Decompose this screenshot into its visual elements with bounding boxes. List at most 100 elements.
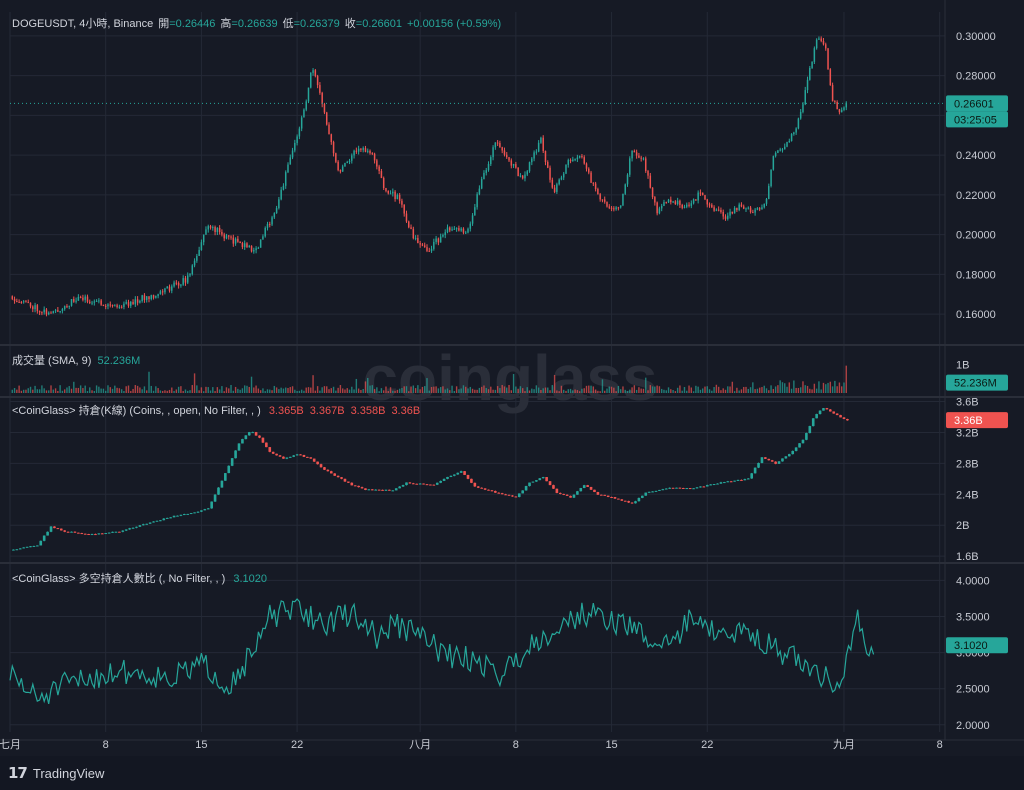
volume-title: 成交量 (SMA, 9) — [12, 353, 91, 367]
candle-body — [765, 198, 768, 204]
volume-bar — [733, 391, 736, 393]
candle-body — [364, 488, 367, 490]
candle-body — [362, 148, 364, 150]
candle-body — [145, 523, 149, 525]
candle-body — [212, 227, 214, 229]
volume-bar — [478, 387, 481, 393]
volume-bar — [777, 385, 779, 393]
volume-bar — [45, 390, 48, 393]
candle-body — [722, 211, 724, 217]
candle-body — [306, 456, 309, 458]
candle-body — [701, 192, 704, 196]
volume-bar — [768, 390, 770, 393]
candle-body — [330, 134, 333, 143]
candle-body — [617, 498, 620, 500]
candle-body — [558, 179, 560, 185]
volume-bar — [428, 390, 430, 393]
candle-body — [747, 207, 750, 209]
volume-bar — [105, 390, 107, 393]
candle-body — [474, 207, 476, 216]
y-tick-label: 0.22000 — [956, 190, 996, 202]
volume-bar — [100, 388, 102, 393]
candle-body — [52, 311, 55, 314]
candle-body — [761, 207, 763, 210]
candle-body — [104, 533, 108, 535]
candle-body — [733, 480, 736, 482]
candle-body — [781, 458, 784, 462]
volume-bar — [248, 386, 250, 393]
candle-body — [576, 491, 579, 495]
volume-bar — [583, 388, 585, 393]
volume-bar — [528, 390, 531, 393]
volume-bar — [811, 389, 813, 393]
volume-bar — [508, 384, 510, 393]
candle-body — [752, 212, 754, 214]
volume-bar — [706, 386, 708, 393]
volume-bar — [307, 387, 310, 393]
volume-bar — [70, 388, 73, 393]
candle-body — [593, 489, 596, 493]
volume-bar — [674, 391, 677, 393]
volume-bar — [515, 386, 517, 393]
candle-body — [135, 526, 138, 528]
volume-bar — [273, 385, 276, 393]
candle-body — [230, 458, 234, 466]
volume-bar — [234, 386, 237, 393]
candle-body — [326, 469, 330, 472]
tradingview-branding[interactable]: 17 TradingView — [8, 762, 104, 784]
candle-body — [63, 306, 66, 309]
candle-body — [788, 141, 791, 143]
volume-bar — [670, 389, 672, 393]
candle-body — [302, 454, 306, 457]
long-short-title: <CoinGlass> 多空持倉人數比 (, No Filter, , ) — [12, 571, 225, 585]
volume-bar — [827, 382, 829, 393]
volume-bar — [654, 386, 656, 393]
x-tick-label: 22 — [291, 739, 303, 751]
candle-body — [462, 228, 465, 233]
y-tick-label: 3.6B — [956, 397, 979, 409]
volume-bar — [556, 390, 558, 393]
candle-body — [394, 191, 396, 200]
volume-bar — [417, 385, 419, 393]
candle-body — [453, 228, 456, 230]
volume-bar — [134, 385, 137, 393]
candle-body — [786, 141, 788, 147]
candle-body — [141, 295, 143, 302]
candle-body — [790, 134, 793, 142]
candle-body — [336, 475, 340, 478]
candle-body — [47, 312, 50, 315]
volume-bar — [161, 390, 164, 393]
candle-body — [521, 175, 524, 179]
price-legend-part: =0.26379 — [294, 18, 340, 30]
candle-body — [186, 513, 190, 515]
candle-body — [770, 169, 772, 187]
candle-body — [813, 48, 816, 62]
candle-body — [360, 487, 364, 489]
candle-body — [456, 472, 460, 475]
candle-body — [401, 200, 403, 205]
volume-bar — [191, 385, 193, 393]
volume-bar — [209, 390, 212, 393]
volume-bar — [695, 385, 697, 393]
candle-body — [97, 533, 101, 535]
candle-body — [517, 167, 519, 177]
volume-bar — [435, 386, 437, 393]
candle-body — [143, 295, 146, 300]
candle-body — [300, 117, 303, 129]
candle-body — [34, 305, 36, 310]
volume-bar — [344, 389, 346, 393]
candle-body — [412, 228, 415, 239]
candle-body — [686, 204, 688, 207]
volume-bar — [683, 387, 686, 393]
volume-bar — [697, 386, 699, 393]
candle-body — [712, 484, 716, 486]
candle-body — [496, 142, 499, 144]
candle-body — [704, 195, 706, 200]
candle-body — [116, 305, 118, 307]
footer-bar — [0, 756, 1024, 790]
volume-bar — [403, 386, 405, 393]
volume-bar — [604, 390, 606, 393]
y-tick-label: 1.6B — [956, 551, 979, 563]
candle-body — [526, 171, 529, 175]
candle-body — [237, 443, 241, 451]
